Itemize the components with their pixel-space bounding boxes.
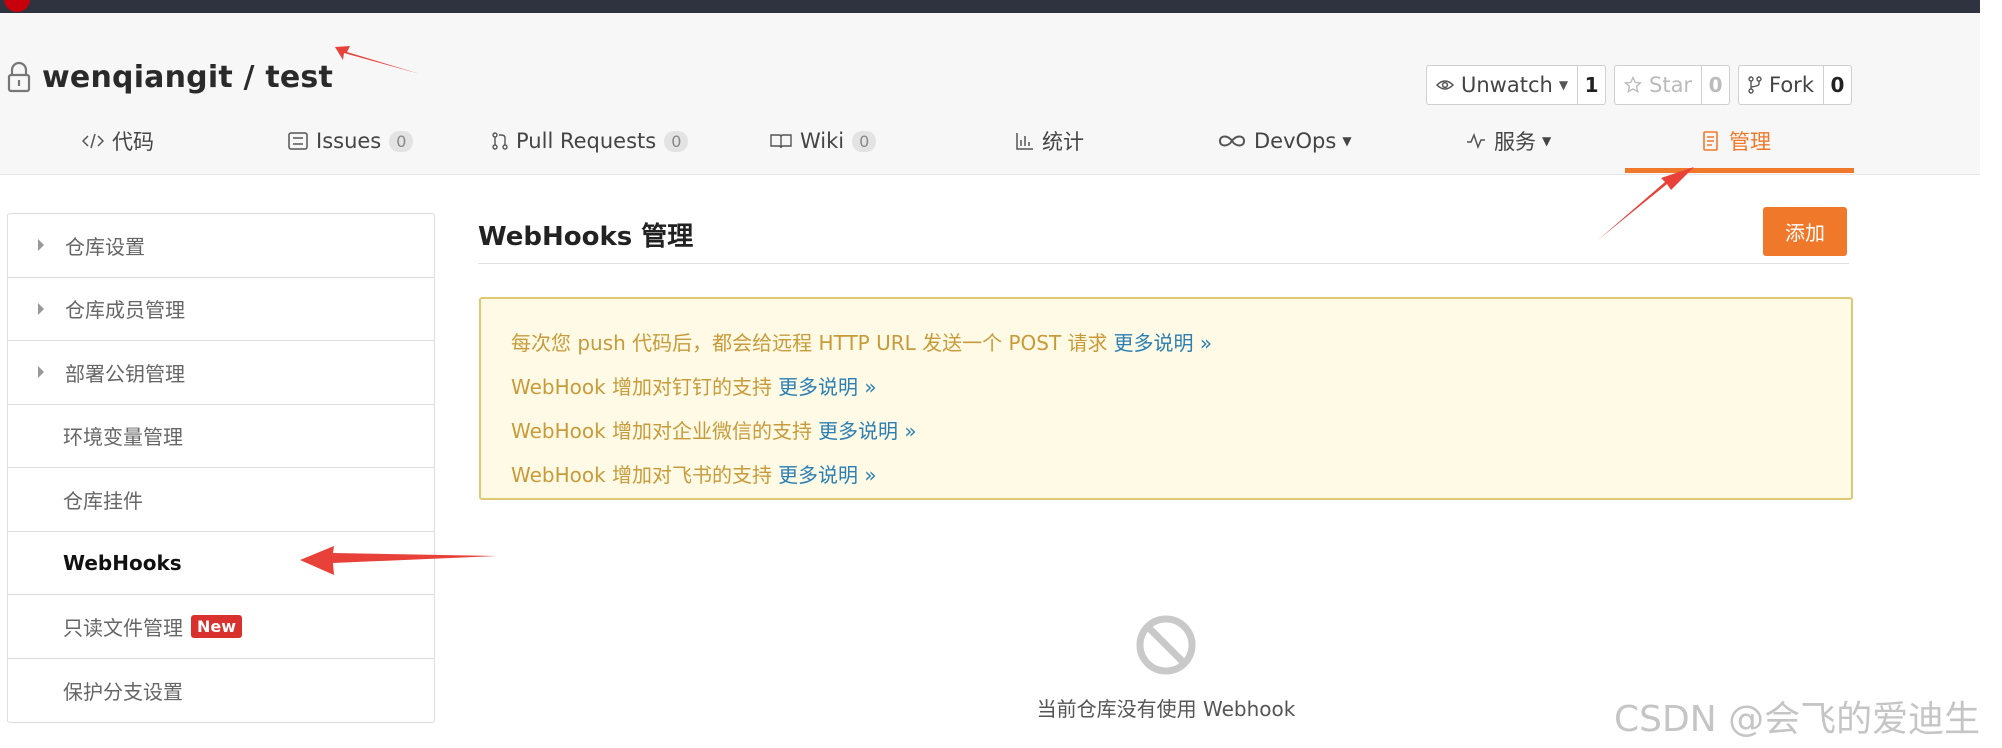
annotation-arrows	[300, 46, 1694, 575]
arrow-to-webhooks-item	[300, 546, 497, 575]
arrow-to-title	[335, 46, 420, 74]
arrow-to-manage-tab	[1598, 167, 1694, 240]
